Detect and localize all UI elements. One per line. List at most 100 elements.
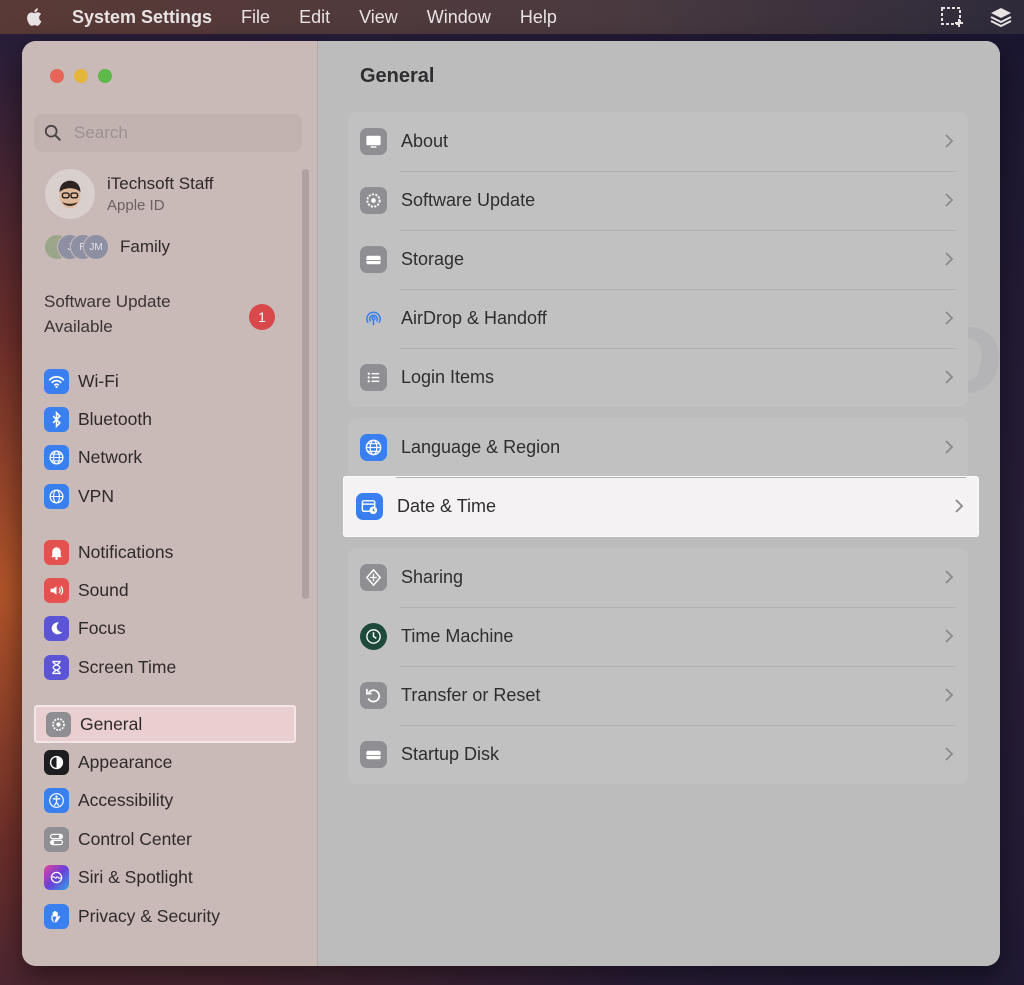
row-airdrop-handoff[interactable]: AirDrop & Handoff: [348, 289, 968, 348]
menu-bar: System Settings File Edit View Window He…: [0, 0, 1024, 34]
account-subtitle: Apple ID: [107, 197, 165, 214]
account-name: iTechsoft Staff: [107, 174, 214, 193]
minimize-button[interactable]: [74, 69, 88, 83]
layers-icon[interactable]: [988, 5, 1014, 29]
apple-id-account[interactable]: iTechsoft Staff Apple ID: [45, 169, 213, 219]
row-storage[interactable]: Storage: [348, 230, 968, 289]
row-login-items[interactable]: Login Items: [348, 348, 968, 407]
family-label: Family: [120, 237, 171, 256]
accessibility-icon: [44, 788, 69, 814]
chevron-right-icon: [945, 193, 954, 207]
window-controls: [50, 69, 112, 83]
row-startup-disk[interactable]: Startup Disk: [348, 725, 968, 784]
search-field[interactable]: [34, 114, 302, 152]
vpn-globe-icon: [44, 483, 69, 509]
family-avatar: JM: [83, 234, 109, 260]
row-label: Software Update: [401, 190, 536, 210]
memoji-icon: [59, 180, 81, 209]
avatar: [45, 169, 95, 219]
sidebar-item-general[interactable]: General: [34, 705, 296, 744]
drive-icon: [360, 246, 387, 273]
sidebar-item-label: Wi-Fi: [78, 370, 119, 391]
gear-icon: [46, 711, 71, 737]
sidebar-item-wifi[interactable]: Wi-Fi: [34, 362, 296, 400]
list-icon: [360, 364, 387, 391]
sidebar-item-bluetooth[interactable]: Bluetooth: [34, 400, 296, 438]
row-software-update[interactable]: Software Update: [348, 171, 968, 230]
chevron-right-icon: [945, 688, 954, 702]
appearance-icon: [44, 750, 69, 776]
apple-logo-icon[interactable]: [24, 6, 46, 28]
row-label: Date & Time: [397, 496, 497, 516]
sidebar-item-notifications[interactable]: Notifications: [34, 533, 296, 571]
chevron-right-icon: [945, 747, 954, 761]
screenshot-icon[interactable]: [940, 5, 966, 29]
sidebar-item-network[interactable]: Network: [34, 439, 296, 477]
calendar-clock-icon: [356, 493, 383, 520]
family-item[interactable]: J R JM Family: [44, 234, 170, 260]
time-machine-icon: [360, 623, 387, 650]
sidebar-item-label: Screen Time: [78, 656, 177, 677]
row-label: Login Items: [401, 367, 495, 387]
row-label: Language & Region: [401, 437, 561, 457]
software-update-available[interactable]: Software Update Available 1: [44, 289, 284, 339]
sidebar-item-label: Focus: [78, 618, 126, 639]
menu-extras: [940, 5, 1014, 29]
sidebar-item-siri-spotlight[interactable]: Siri & Spotlight: [34, 859, 296, 897]
row-label: Transfer or Reset: [401, 685, 541, 705]
zoom-button[interactable]: [98, 69, 112, 83]
sidebar-item-label: Privacy & Security: [78, 905, 220, 926]
menu-help[interactable]: Help: [520, 7, 557, 28]
update-count-badge: 1: [249, 304, 275, 330]
menu-window[interactable]: Window: [427, 7, 491, 28]
bluetooth-icon: [44, 407, 69, 433]
speaker-icon: [44, 578, 69, 604]
menu-view[interactable]: View: [359, 7, 398, 28]
sidebar-group-network: Wi-Fi Bluetooth Network VPN: [34, 362, 296, 516]
chevron-right-icon: [945, 311, 954, 325]
menu-edit[interactable]: Edit: [299, 7, 330, 28]
row-label: AirDrop & Handoff: [401, 308, 547, 328]
gear-icon: [360, 187, 387, 214]
sidebar: iTechsoft Staff Apple ID J R JM Family S…: [22, 41, 318, 966]
wifi-icon: [44, 368, 69, 394]
menu-file[interactable]: File: [241, 7, 270, 28]
app-name-menu[interactable]: System Settings: [72, 7, 212, 28]
moon-icon: [44, 616, 69, 642]
row-label: Storage: [401, 249, 465, 269]
row-transfer-reset[interactable]: Transfer or Reset: [348, 666, 968, 725]
airdrop-icon: [360, 305, 387, 332]
sidebar-item-privacy-security[interactable]: Privacy & Security: [34, 897, 296, 935]
row-about[interactable]: About: [348, 112, 968, 171]
sidebar-item-accessibility[interactable]: Accessibility: [34, 782, 296, 820]
row-time-machine[interactable]: Time Machine: [348, 607, 968, 666]
sidebar-item-label: Sound: [78, 580, 129, 601]
sidebar-item-label: Siri & Spotlight: [78, 867, 193, 888]
chevron-right-icon: [945, 134, 954, 148]
row-sharing[interactable]: Sharing: [348, 548, 968, 607]
sidebar-item-screen-time[interactable]: Screen Time: [34, 648, 296, 686]
general-group-sharing: Sharing Time Machine Transfer or Reset S…: [348, 548, 968, 784]
hand-icon: [44, 903, 69, 929]
sidebar-item-sound[interactable]: Sound: [34, 571, 296, 609]
sidebar-item-control-center[interactable]: Control Center: [34, 820, 296, 858]
sidebar-item-label: Notifications: [78, 541, 174, 562]
sidebar-item-appearance[interactable]: Appearance: [34, 743, 296, 781]
row-label: About: [401, 131, 449, 151]
search-input[interactable]: [72, 122, 276, 144]
sidebar-item-label: Accessibility: [78, 790, 174, 811]
software-update-label: Software Update Available: [44, 292, 171, 336]
row-language-region[interactable]: Language & Region: [348, 418, 968, 477]
sidebar-item-vpn[interactable]: VPN: [34, 477, 296, 515]
sidebar-item-label: Network: [78, 447, 143, 468]
globe-icon: [360, 434, 387, 461]
search-icon: [44, 124, 61, 141]
close-button[interactable]: [50, 69, 64, 83]
sidebar-scrollbar[interactable]: [302, 169, 309, 599]
drive-icon: [360, 741, 387, 768]
sidebar-item-focus[interactable]: Focus: [34, 610, 296, 648]
sidebar-item-label: General: [80, 713, 143, 734]
toggles-icon: [44, 826, 69, 852]
row-date-time[interactable]: Date & Time: [344, 477, 978, 536]
sidebar-item-label: VPN: [78, 485, 114, 506]
